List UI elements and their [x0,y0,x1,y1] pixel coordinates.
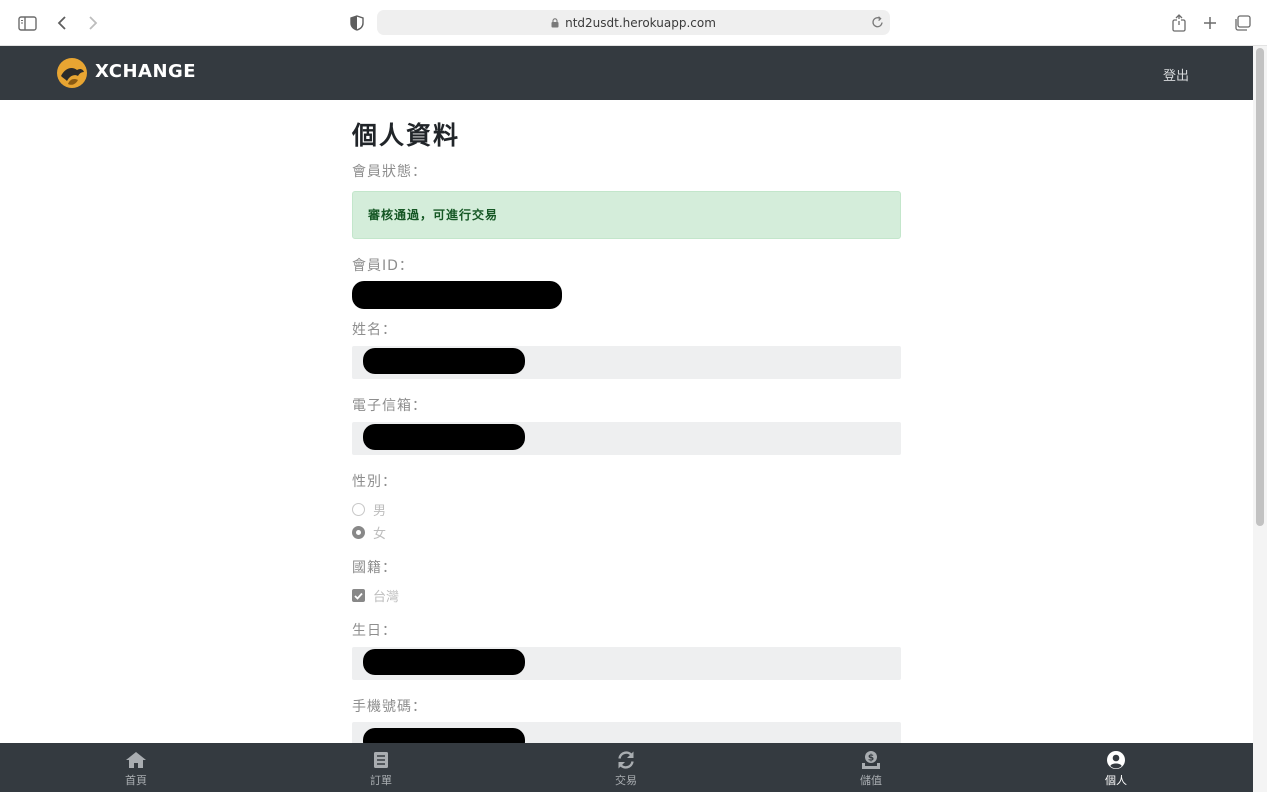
forward-icon[interactable] [86,12,100,34]
nationality-checkbox[interactable] [352,589,365,602]
birthday-field[interactable] [352,647,901,680]
name-field[interactable] [352,346,901,379]
tab-deposit[interactable]: $ 儲值 [841,743,901,792]
gender-option-male[interactable]: 男 [352,500,386,519]
member-status-label: 會員狀態： [352,164,427,180]
url-text: ntd2usdt.herokuapp.com [565,15,716,30]
redacted-name [363,348,525,374]
address-bar[interactable]: ntd2usdt.herokuapp.com [377,10,890,35]
phone-label: 手機號碼： [352,699,427,715]
tab-trade-label: 交易 [615,774,637,787]
xchange-logo-icon[interactable] [56,57,88,89]
email-field[interactable] [352,422,901,455]
tab-overview-icon[interactable] [1232,12,1252,34]
check-icon [354,592,363,600]
member-id-label: 會員ID： [352,258,414,274]
reload-icon[interactable] [871,15,884,29]
gender-female-radio[interactable] [352,526,365,539]
tab-trade[interactable]: 交易 [596,743,656,792]
back-icon[interactable] [55,12,69,34]
tab-orders-label: 訂單 [370,774,392,787]
tab-home-label: 首頁 [125,774,147,787]
deposit-icon: $ [861,750,881,770]
share-icon[interactable] [1170,12,1188,34]
nationality-option[interactable]: 台灣 [352,586,399,605]
tab-profile-label: 個人 [1105,774,1127,787]
logout-link[interactable]: 登出 [1163,65,1189,84]
bottom-tab-bar: 首頁 訂單 交易 $ 儲值 個人 [0,743,1253,792]
app-navbar: XCHANGE 登出 [0,46,1253,100]
redacted-member-id [352,281,562,309]
gender-option-female[interactable]: 女 [352,523,386,542]
tab-orders[interactable]: 訂單 [351,743,411,792]
privacy-shield-icon[interactable] [348,12,366,34]
svg-text:$: $ [868,754,874,764]
nationality-label: 國籍： [352,560,397,576]
user-circle-icon [1106,750,1126,770]
redacted-email [363,424,525,450]
tab-home[interactable]: 首頁 [106,743,166,792]
gender-male-label: 男 [373,504,387,519]
status-alert: 審核通過，可進行交易 [352,191,901,239]
lock-icon [551,17,559,28]
sidebar-toggle-icon[interactable] [17,12,37,34]
tab-deposit-label: 儲值 [860,774,882,787]
gender-male-radio[interactable] [352,503,365,516]
list-icon [373,750,389,770]
nationality-option-label: 台灣 [373,590,400,605]
sync-icon [616,750,636,770]
new-tab-icon[interactable] [1201,12,1219,34]
redacted-birthday [363,649,525,675]
page-title: 個人資料 [352,121,461,150]
tab-profile[interactable]: 個人 [1086,743,1146,792]
browser-toolbar: ntd2usdt.herokuapp.com [0,0,1267,46]
birthday-label: 生日： [352,623,397,639]
scrollbar-thumb[interactable] [1256,48,1264,526]
brand-name[interactable]: XCHANGE [95,61,196,82]
gender-label: 性別： [352,474,397,490]
home-icon [125,750,147,770]
name-label: 姓名： [352,322,397,338]
email-label: 電子信箱： [352,398,427,414]
gender-female-label: 女 [373,527,387,542]
